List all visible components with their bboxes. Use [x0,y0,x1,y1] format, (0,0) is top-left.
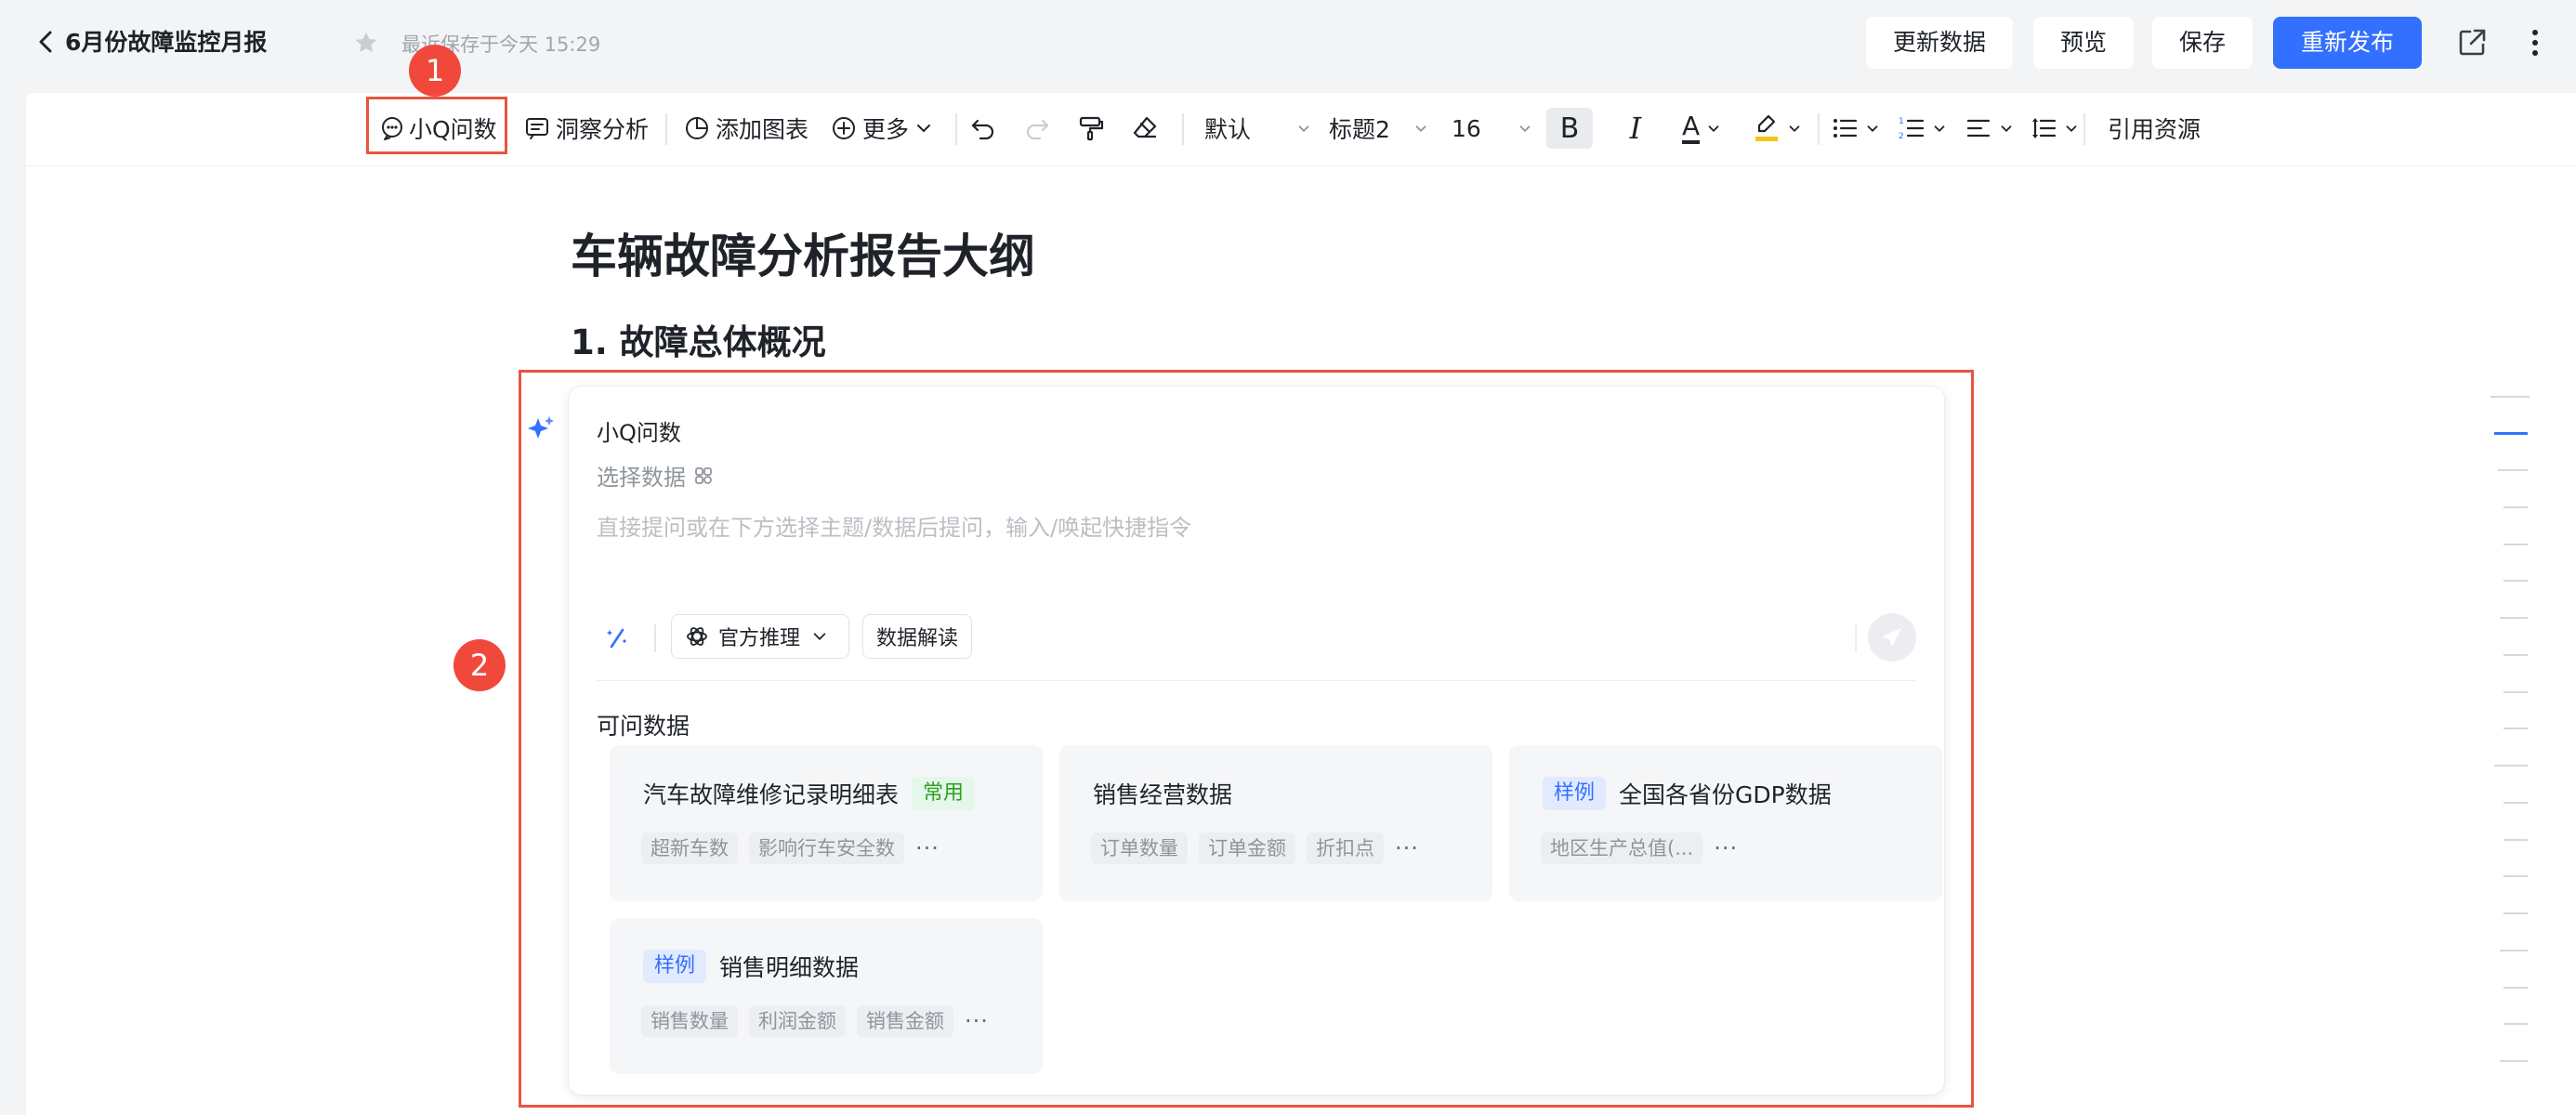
chevron-down-icon [1415,125,1426,132]
step-marker-2: 2 [453,639,506,691]
heading-select[interactable]: 标题2 [1329,106,1450,151]
pie-chart-icon [686,117,708,139]
numbered-list-icon: 1 2 [1899,117,1925,141]
bold-button[interactable]: B [1546,108,1593,149]
highlight-box-panel [519,370,1974,1108]
insight-label: 洞察分析 [556,116,650,143]
chevron-down-icon [1789,125,1800,132]
outline-entry[interactable] [2494,765,2528,767]
chevron-down-icon [1708,125,1719,132]
step-marker-1: 1 [409,45,461,97]
add-chart-label: 添加图表 [716,116,809,143]
refresh-data-button[interactable]: 更新数据 [1866,17,2013,69]
star-icon[interactable] [353,30,379,56]
font-color-button[interactable]: A [1682,106,1722,151]
clear-format-button[interactable] [1130,106,1167,151]
save-button[interactable]: 保存 [2152,17,2253,69]
chevron-down-icon [1934,125,1945,132]
numbered-list-button[interactable]: 1 2 [1898,106,1948,151]
outline-entry[interactable] [2504,580,2528,582]
chevron-down-icon [917,125,931,133]
chevron-down-icon [2066,125,2077,132]
undo-button[interactable] [968,106,1005,151]
undo-icon [971,119,994,140]
svg-text:2: 2 [1899,132,1904,141]
document-heading[interactable]: 车辆故障分析报告大纲 [571,219,1035,286]
section-heading[interactable]: 1. 故障总体概况 [571,314,826,364]
top-bar: 6月份故障监控月报 最近保存于今天 15:29 更新数据 预览 保存 重新发布 [0,0,2576,85]
toolbar-divider [2083,113,2085,145]
more-menu-button[interactable]: 更多 [831,106,933,151]
outline-entry[interactable] [2504,875,2528,877]
toolbar-divider [665,113,667,145]
document-title[interactable]: 6月份故障监控月报 [65,24,267,58]
paint-roller-icon [1079,116,1104,141]
insight-analysis-button[interactable]: 洞察分析 [524,106,649,151]
highlighter-icon [1755,114,1778,141]
plus-circle-icon [833,117,855,139]
outline-entry[interactable] [2504,912,2528,914]
line-spacing-button[interactable] [2030,106,2080,151]
svg-text:1: 1 [1899,117,1904,126]
redo-icon [1026,119,1049,140]
eraser-icon [1133,116,1157,138]
outline-entry[interactable] [2504,802,2528,804]
italic-button[interactable]: I [1619,106,1652,151]
cite-resource-button[interactable]: 引用资源 [2108,106,2201,151]
bold-label: B [1559,112,1580,145]
share-icon[interactable] [2455,26,2489,59]
align-left-icon [1966,119,1991,138]
back-arrow-icon[interactable] [33,28,58,56]
italic-label: I [1629,111,1642,146]
outline-entry[interactable] [2504,654,2528,656]
line-spacing-icon [2032,118,2057,138]
outline-entry[interactable] [2504,987,2528,989]
style-select[interactable]: 默认 [1204,106,1329,151]
outline-entry[interactable] [2500,950,2528,951]
outline-entry[interactable] [2500,1060,2528,1062]
highlight-box-ask-q [366,97,507,154]
toolbar-divider [955,113,957,145]
outline-entry[interactable] [2504,728,2528,729]
style-select-value: 默认 [1204,116,1252,143]
toolbar-divider [1182,113,1184,145]
outline-entry[interactable] [2504,506,2528,508]
align-button[interactable] [1965,106,2015,151]
font-size-select[interactable]: 16 [1452,106,1548,151]
chevron-down-icon [1298,125,1309,132]
toolbar-divider [1818,113,1820,145]
outline-entry[interactable] [2504,691,2528,693]
add-chart-button[interactable]: 添加图表 [684,106,808,151]
font-size-value: 16 [1452,114,1481,142]
font-color-label: A [1682,112,1701,144]
chevron-down-icon [1519,125,1531,132]
chevron-down-icon [2001,125,2012,132]
redo-button[interactable] [1022,106,1059,151]
bullet-list-button[interactable] [1831,106,1881,151]
outline-entry[interactable] [2491,396,2530,398]
outline-entry[interactable] [2498,469,2528,471]
outline-entry[interactable] [2500,617,2528,619]
outline-entry[interactable] [2504,544,2528,545]
outline-entry[interactable] [2504,1023,2528,1025]
highlight-color-button[interactable] [1753,106,1803,151]
outline-entry[interactable] [2504,839,2528,841]
outline-entry-active[interactable] [2494,432,2528,435]
bullet-list-icon [1833,119,1858,138]
more-label: 更多 [862,116,910,143]
chevron-down-icon [1867,125,1878,132]
insight-icon [526,118,548,139]
republish-button[interactable]: 重新发布 [2273,17,2422,69]
more-options-icon[interactable] [2524,26,2546,59]
heading-select-value: 标题2 [1329,116,1390,143]
format-painter-button[interactable] [1076,106,1113,151]
preview-button[interactable]: 预览 [2033,17,2134,69]
